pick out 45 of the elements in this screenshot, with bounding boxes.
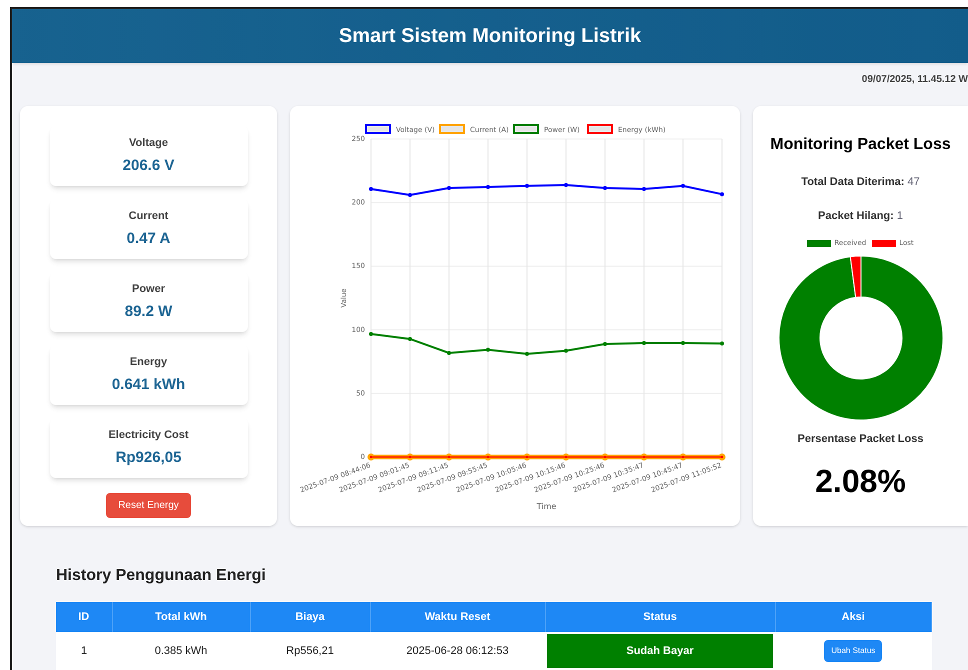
point <box>408 192 412 197</box>
point <box>564 348 568 353</box>
point <box>369 186 373 191</box>
table-cell: 2025-06-28 06:12:53 <box>370 632 545 670</box>
metric-value: 206.6 V <box>122 156 174 176</box>
table-cell: Rp556,21 <box>250 632 370 670</box>
point <box>564 183 568 188</box>
metric-label: Voltage <box>129 136 168 150</box>
point <box>447 186 451 190</box>
lost-count: Packet Hilang: 1 <box>818 208 903 224</box>
axis-title: Time <box>536 502 556 511</box>
metric-label: Electricity Cost <box>108 428 189 442</box>
page-title: Smart Sistem Monitoring Listrik <box>338 24 642 49</box>
reset-energy-button[interactable]: Reset Energy <box>106 493 191 518</box>
table-cell: 0.385 kWh <box>112 632 250 670</box>
percent-label: Persentase Packet Loss <box>798 432 924 446</box>
point <box>603 342 607 346</box>
point <box>642 341 646 346</box>
table-cell: 1 <box>56 632 112 670</box>
point <box>408 336 412 341</box>
percent-value: 2.08% <box>815 462 906 501</box>
point <box>447 350 451 355</box>
timestamp: 09/07/2025, 11.45.12 W <box>862 73 968 87</box>
point <box>525 184 529 188</box>
card-title: Monitoring Packet Loss <box>770 135 951 155</box>
status-badge: Sudah Bayar <box>547 634 773 668</box>
metric-label: Power <box>132 282 165 296</box>
point <box>720 192 724 196</box>
metric-value: 89.2 W <box>124 302 172 322</box>
metric-label: Energy <box>130 354 168 370</box>
section-title: History Penggunaan Energi <box>56 567 266 584</box>
metric-value: 0.47 A <box>126 229 170 249</box>
point <box>525 352 529 356</box>
point <box>720 342 724 346</box>
point <box>642 186 646 191</box>
change-status-button[interactable]: Ubah Status <box>824 640 882 662</box>
point <box>681 184 685 188</box>
metric-label: Current <box>128 208 168 224</box>
point <box>486 348 490 352</box>
point <box>369 332 373 336</box>
point <box>603 186 607 190</box>
metric-value: Rp926,05 <box>116 448 182 468</box>
received-count: Total Data Diterima: 47 <box>801 175 920 190</box>
metric-value: 0.641 kWh <box>112 375 186 395</box>
point <box>486 184 490 189</box>
